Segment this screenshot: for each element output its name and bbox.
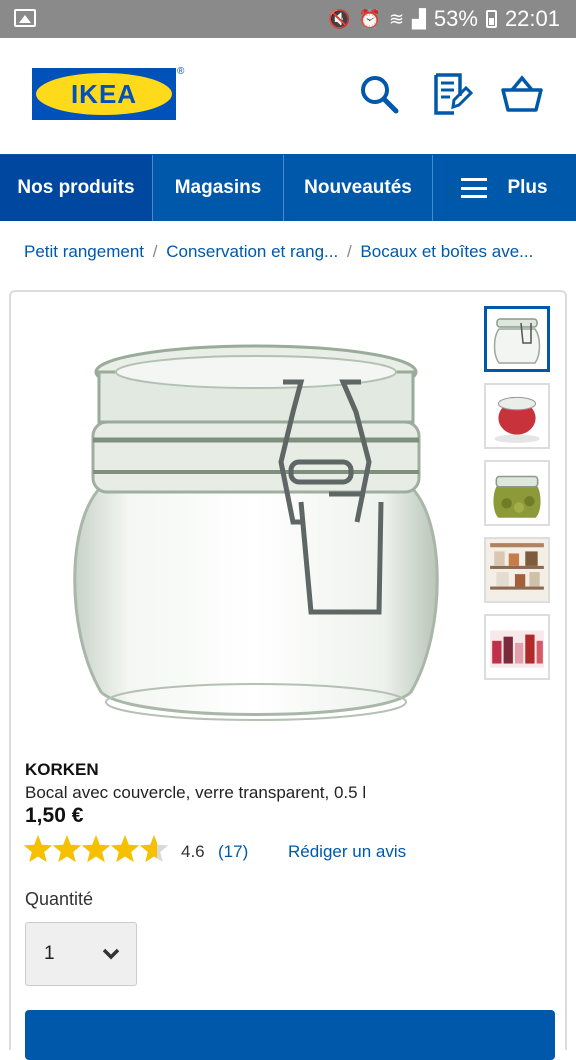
breadcrumb-separator: / — [346, 242, 352, 261]
product-price: 1,50 € — [25, 804, 84, 827]
add-to-cart-button[interactable] — [25, 1010, 555, 1060]
main-nav: Nos produits Magasins Nouveautés Plus — [0, 154, 576, 221]
gallery-icon — [14, 9, 36, 27]
nav-label: Magasins — [174, 177, 262, 198]
clock: 22:01 — [504, 6, 560, 31]
rating-value: 4.6 — [181, 842, 205, 861]
ikea-logo[interactable]: IKEA — [32, 68, 176, 120]
alarm-icon: ⏰ — [358, 8, 381, 30]
search-icon[interactable] — [357, 72, 401, 116]
breadcrumb-link[interactable]: Bocaux et boîtes ave... — [360, 242, 533, 261]
thumbnail-jar[interactable] — [484, 306, 550, 372]
menu-icon — [461, 178, 488, 198]
star-icon — [110, 835, 140, 863]
nav-item-products[interactable]: Nos produits — [0, 155, 153, 221]
thumbnail-olives-jar[interactable] — [484, 460, 550, 526]
review-count-link[interactable]: (17) — [218, 842, 248, 862]
breadcrumb-link[interactable]: Conservation et rang... — [166, 242, 338, 261]
wifi-icon: ≋ — [388, 8, 405, 30]
nav-label: Nouveautés — [304, 177, 412, 198]
stars-icon — [23, 835, 169, 863]
logo-text: IKEA — [70, 78, 138, 109]
star-rating — [23, 834, 173, 866]
breadcrumb-link[interactable]: Petit rangement — [24, 242, 144, 261]
star-icon — [139, 835, 169, 863]
product-image[interactable] — [61, 312, 451, 732]
nav-item-stores[interactable]: Magasins — [153, 155, 284, 221]
star-icon — [23, 835, 53, 863]
site-header: IKEA ® — [0, 38, 576, 154]
signal-icon: ▟ — [412, 8, 426, 30]
thumbnail-colorful-jars[interactable] — [484, 614, 550, 680]
thumbnail-shelf[interactable] — [484, 537, 550, 603]
shopping-list-icon[interactable] — [430, 72, 474, 116]
battery-icon — [485, 10, 497, 28]
thumbnail-jam-jar[interactable] — [484, 383, 550, 449]
product-name: KORKEN — [25, 760, 99, 779]
quantity-label: Quantité — [25, 889, 94, 909]
star-icon — [81, 835, 111, 863]
thumbnail-list — [484, 306, 554, 691]
product-description: Bocal avec couvercle, verre transparent,… — [25, 783, 367, 802]
chevron-down-icon — [102, 948, 120, 960]
nav-item-new[interactable]: Nouveautés — [284, 155, 433, 221]
quantity-value: 1 — [44, 943, 55, 964]
basket-icon[interactable] — [500, 72, 544, 116]
mute-icon: 🔇 — [328, 8, 351, 30]
logo-registered-mark: ® — [177, 66, 185, 77]
product-card: KORKEN Bocal avec couvercle, verre trans… — [9, 290, 567, 1060]
write-review-link[interactable]: Rédiger un avis — [288, 842, 406, 862]
breadcrumb: Petit rangement / Conservation et rang..… — [24, 242, 533, 262]
battery-percent: 53% — [433, 6, 478, 31]
nav-label: Plus — [507, 177, 548, 198]
status-bar: 🔇 ⏰ ≋ ▟ 53% 22:01 — [0, 0, 576, 38]
nav-label: Nos produits — [17, 177, 135, 198]
quantity-select[interactable]: 1 — [25, 922, 137, 986]
nav-item-more[interactable]: Plus — [433, 155, 576, 221]
breadcrumb-separator: / — [152, 242, 158, 261]
star-icon — [52, 835, 82, 863]
